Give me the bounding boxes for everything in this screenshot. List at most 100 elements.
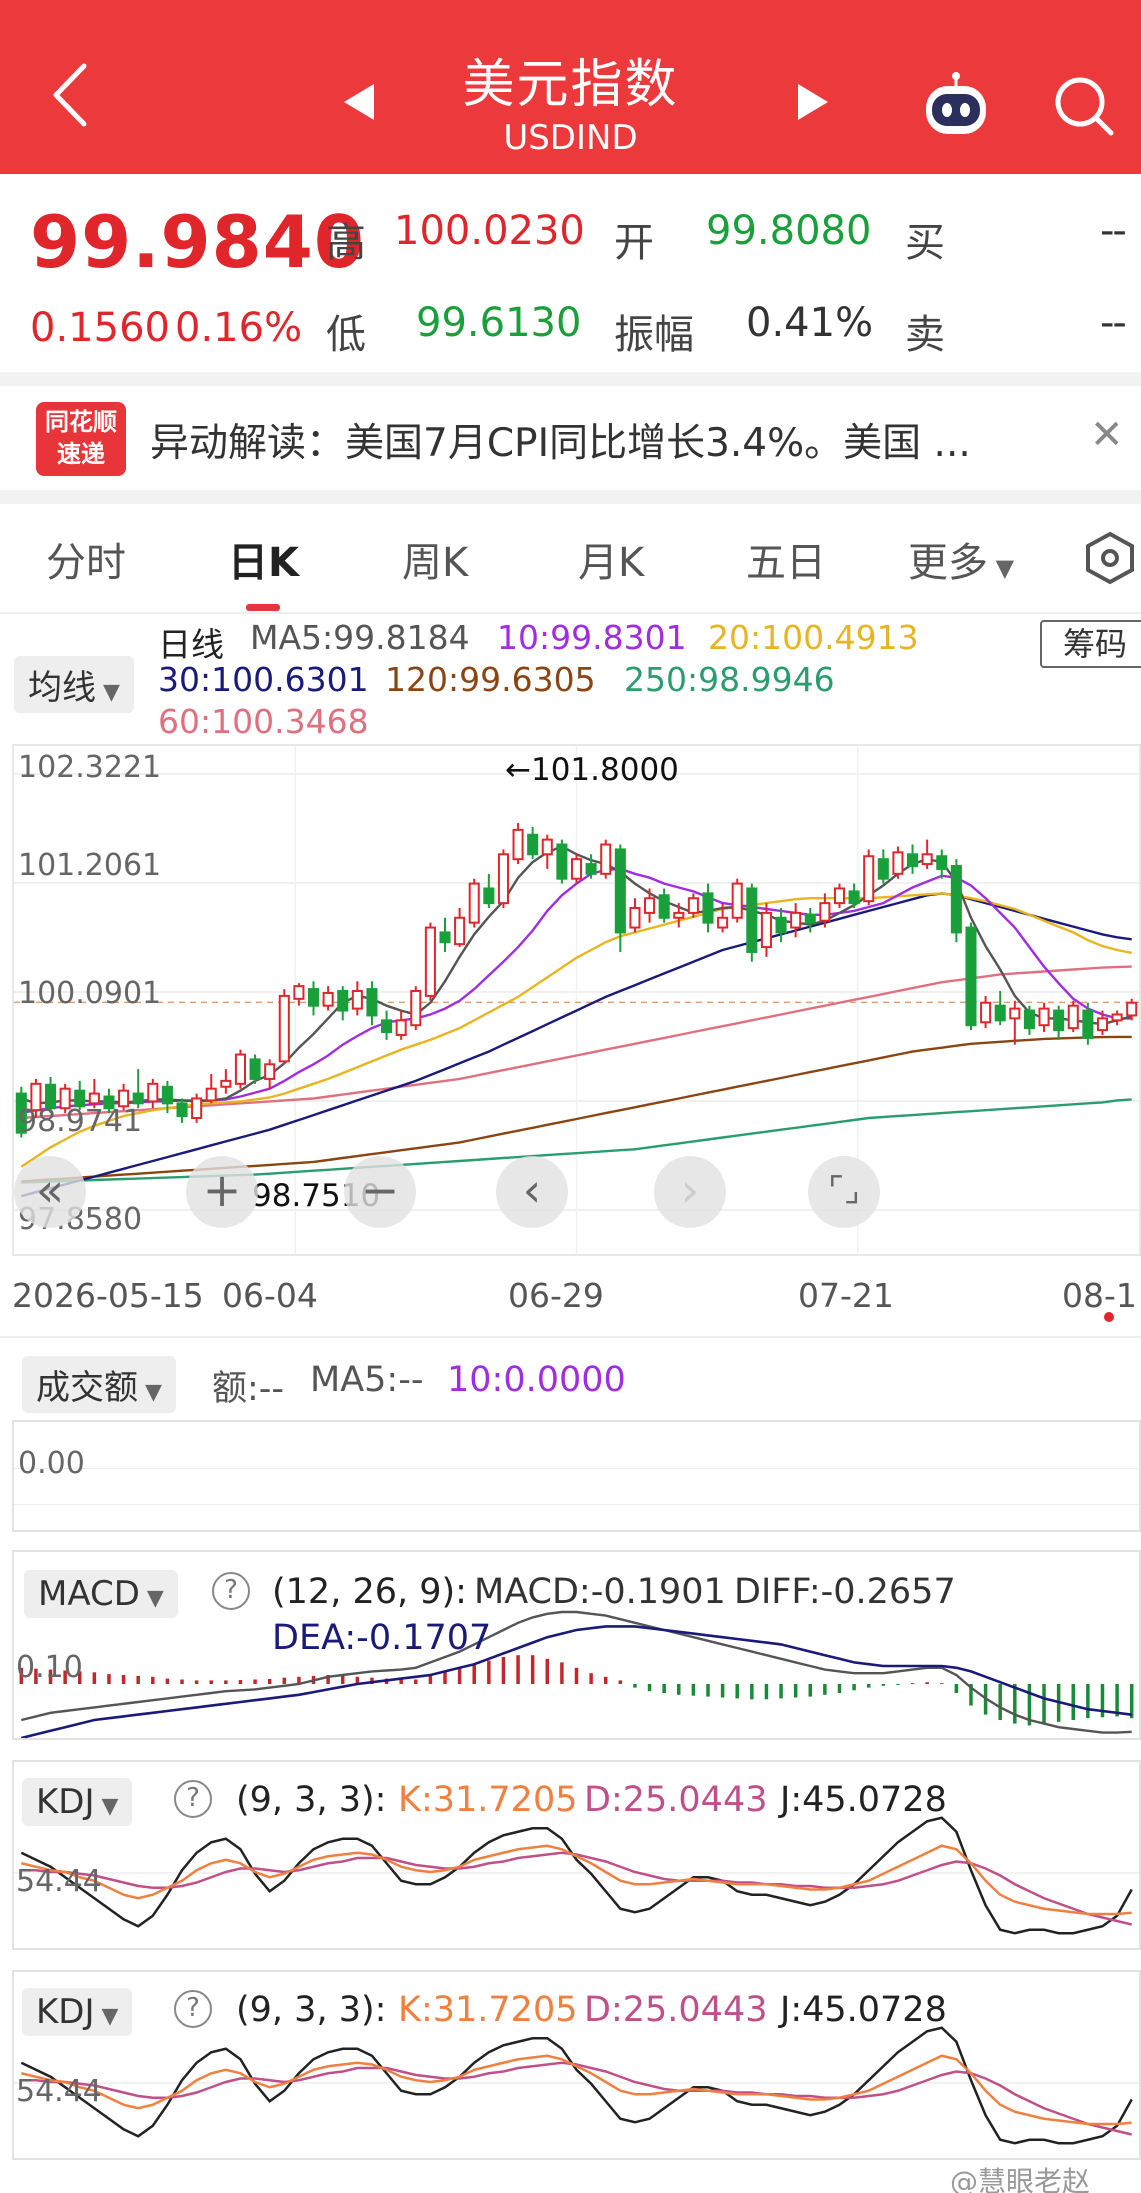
candle-body — [307, 988, 320, 1007]
news-text[interactable]: 异动解读：美国7月CPI同比增长3.4%。美国 ... — [150, 412, 1050, 468]
candle-body — [88, 1092, 100, 1105]
kline-panel[interactable] — [12, 744, 1141, 1256]
high-annotation: ←101.8000 — [505, 752, 679, 788]
ma5-value: MA5:99.8184 — [250, 618, 470, 657]
candle-body — [936, 855, 948, 870]
candle-body — [381, 1019, 393, 1034]
candle-body — [249, 1058, 261, 1080]
kdj-d-value: D:25.0443 — [584, 1990, 768, 2030]
tab-monthly-k[interactable]: 月K — [578, 530, 644, 588]
volume-chart[interactable] — [12, 1420, 1141, 1532]
candle-body — [497, 853, 509, 905]
kdj-params: (9, 3, 3): — [236, 1780, 387, 1820]
volume-ma10: 10:0.0000 — [447, 1360, 626, 1400]
kdj-axis: 54.44 — [16, 2074, 102, 2109]
candle-body — [439, 931, 451, 944]
settings-hexagon-icon[interactable] — [1084, 530, 1136, 586]
fullscreen-icon[interactable]: ⌜⌟ — [808, 1156, 880, 1228]
help-icon[interactable]: ? — [212, 1572, 250, 1610]
zoom-out-icon[interactable]: − — [344, 1156, 416, 1228]
candle-body — [337, 990, 349, 1012]
candle-body — [1053, 1009, 1065, 1032]
candle-body — [1023, 1009, 1035, 1030]
tab-weekly-k[interactable]: 周K — [402, 530, 468, 588]
tab-more[interactable]: 更多 ▼ — [908, 530, 1014, 588]
candle-body — [176, 1102, 188, 1118]
latest-date-dot — [1104, 1312, 1114, 1322]
low-value: 99.6130 — [416, 300, 582, 346]
macd-axis: 0.10 — [16, 1650, 83, 1685]
candle-body — [424, 926, 436, 997]
kline-chart[interactable] — [14, 746, 1139, 1254]
high-label: 高 — [326, 220, 366, 266]
candle-body — [746, 887, 758, 953]
kdj-k-value: K:31.7205 — [398, 1780, 578, 1820]
low-label: 低 — [326, 312, 366, 358]
candle-body — [907, 853, 919, 868]
candle-body — [629, 907, 641, 929]
candle-body — [848, 890, 860, 905]
sell-label: 卖 — [905, 312, 945, 358]
candle-body — [614, 848, 626, 934]
volume-axis: 0.00 — [18, 1446, 85, 1481]
candle-body — [570, 858, 583, 880]
tab-intraday[interactable]: 分时 — [46, 530, 126, 588]
candle-body — [191, 1097, 203, 1119]
y-tick-2: 101.2061 — [18, 848, 162, 883]
tab-five-day[interactable]: 五日 — [746, 530, 826, 588]
kdj-axis: 54.44 — [16, 1864, 102, 1899]
close-icon[interactable]: ✕ — [1090, 412, 1124, 458]
candle-body — [410, 990, 422, 1027]
candle-body — [658, 894, 670, 919]
price-change-percent: 0.16% — [175, 305, 303, 351]
candle-body — [322, 991, 334, 1007]
candle-body — [1009, 1007, 1021, 1020]
amplitude-value: 0.41% — [746, 300, 874, 346]
fast-rewind-icon[interactable]: « — [14, 1156, 86, 1228]
candle-body — [1038, 1007, 1050, 1027]
macd-value: MACD:-0.1901 — [474, 1572, 726, 1612]
next-symbol-icon[interactable] — [798, 84, 828, 120]
date-label: 08-1 — [1062, 1276, 1137, 1315]
macd-selector[interactable]: MACD ▼ — [24, 1570, 178, 1618]
chip-distribution-button[interactable]: 筹码 — [1040, 620, 1141, 668]
kdj-j-value: J:45.0728 — [780, 1990, 947, 2030]
candle-body — [395, 1019, 407, 1036]
help-icon[interactable]: ? — [174, 1990, 212, 2028]
candle-body — [161, 1085, 173, 1105]
robot-assistant-icon[interactable] — [920, 70, 992, 142]
ma20-value: 20:100.4913 — [708, 618, 919, 657]
ma30-value: 30:100.6301 — [158, 660, 369, 699]
search-icon[interactable] — [1050, 72, 1116, 138]
scroll-right-icon[interactable]: › — [654, 1156, 726, 1228]
price-change: 0.1560 — [30, 305, 170, 351]
candle-body — [790, 911, 802, 929]
kdj-k-value: K:31.7205 — [398, 1990, 578, 2030]
candle-body — [804, 913, 816, 924]
open-value: 99.8080 — [706, 208, 872, 254]
macd-params: (12, 26, 9): — [272, 1572, 467, 1612]
help-icon[interactable]: ? — [174, 1780, 212, 1818]
kdj-selector[interactable]: KDJ ▼ — [22, 1988, 133, 2036]
volume-selector[interactable]: 成交额 ▼ — [22, 1356, 176, 1413]
buy-label: 买 — [905, 220, 945, 266]
y-tick-3: 100.0901 — [18, 976, 162, 1011]
scroll-left-icon[interactable]: ‹ — [496, 1156, 568, 1228]
volume-ma5: MA5:-- — [310, 1360, 424, 1400]
candle-body — [921, 853, 933, 866]
tab-daily-k[interactable]: 日K — [228, 530, 299, 588]
kdj-params: (9, 3, 3): — [236, 1990, 387, 2030]
divider — [0, 490, 1141, 504]
candle-body — [1111, 1013, 1123, 1022]
candle-body — [512, 828, 524, 861]
candle-body — [775, 916, 787, 934]
ths-logo: 同花顺 速递 — [36, 402, 126, 476]
last-price: 99.9840 — [30, 200, 365, 284]
candle-body — [833, 887, 846, 905]
kdj-selector[interactable]: KDJ ▼ — [22, 1778, 133, 1826]
candle-body — [673, 911, 685, 919]
candle-body — [351, 990, 363, 1010]
zoom-in-icon[interactable]: + — [186, 1156, 258, 1228]
ma120-value: 120:99.6305 — [385, 660, 596, 699]
ma-selector[interactable]: 均线 ▼ — [14, 656, 134, 713]
